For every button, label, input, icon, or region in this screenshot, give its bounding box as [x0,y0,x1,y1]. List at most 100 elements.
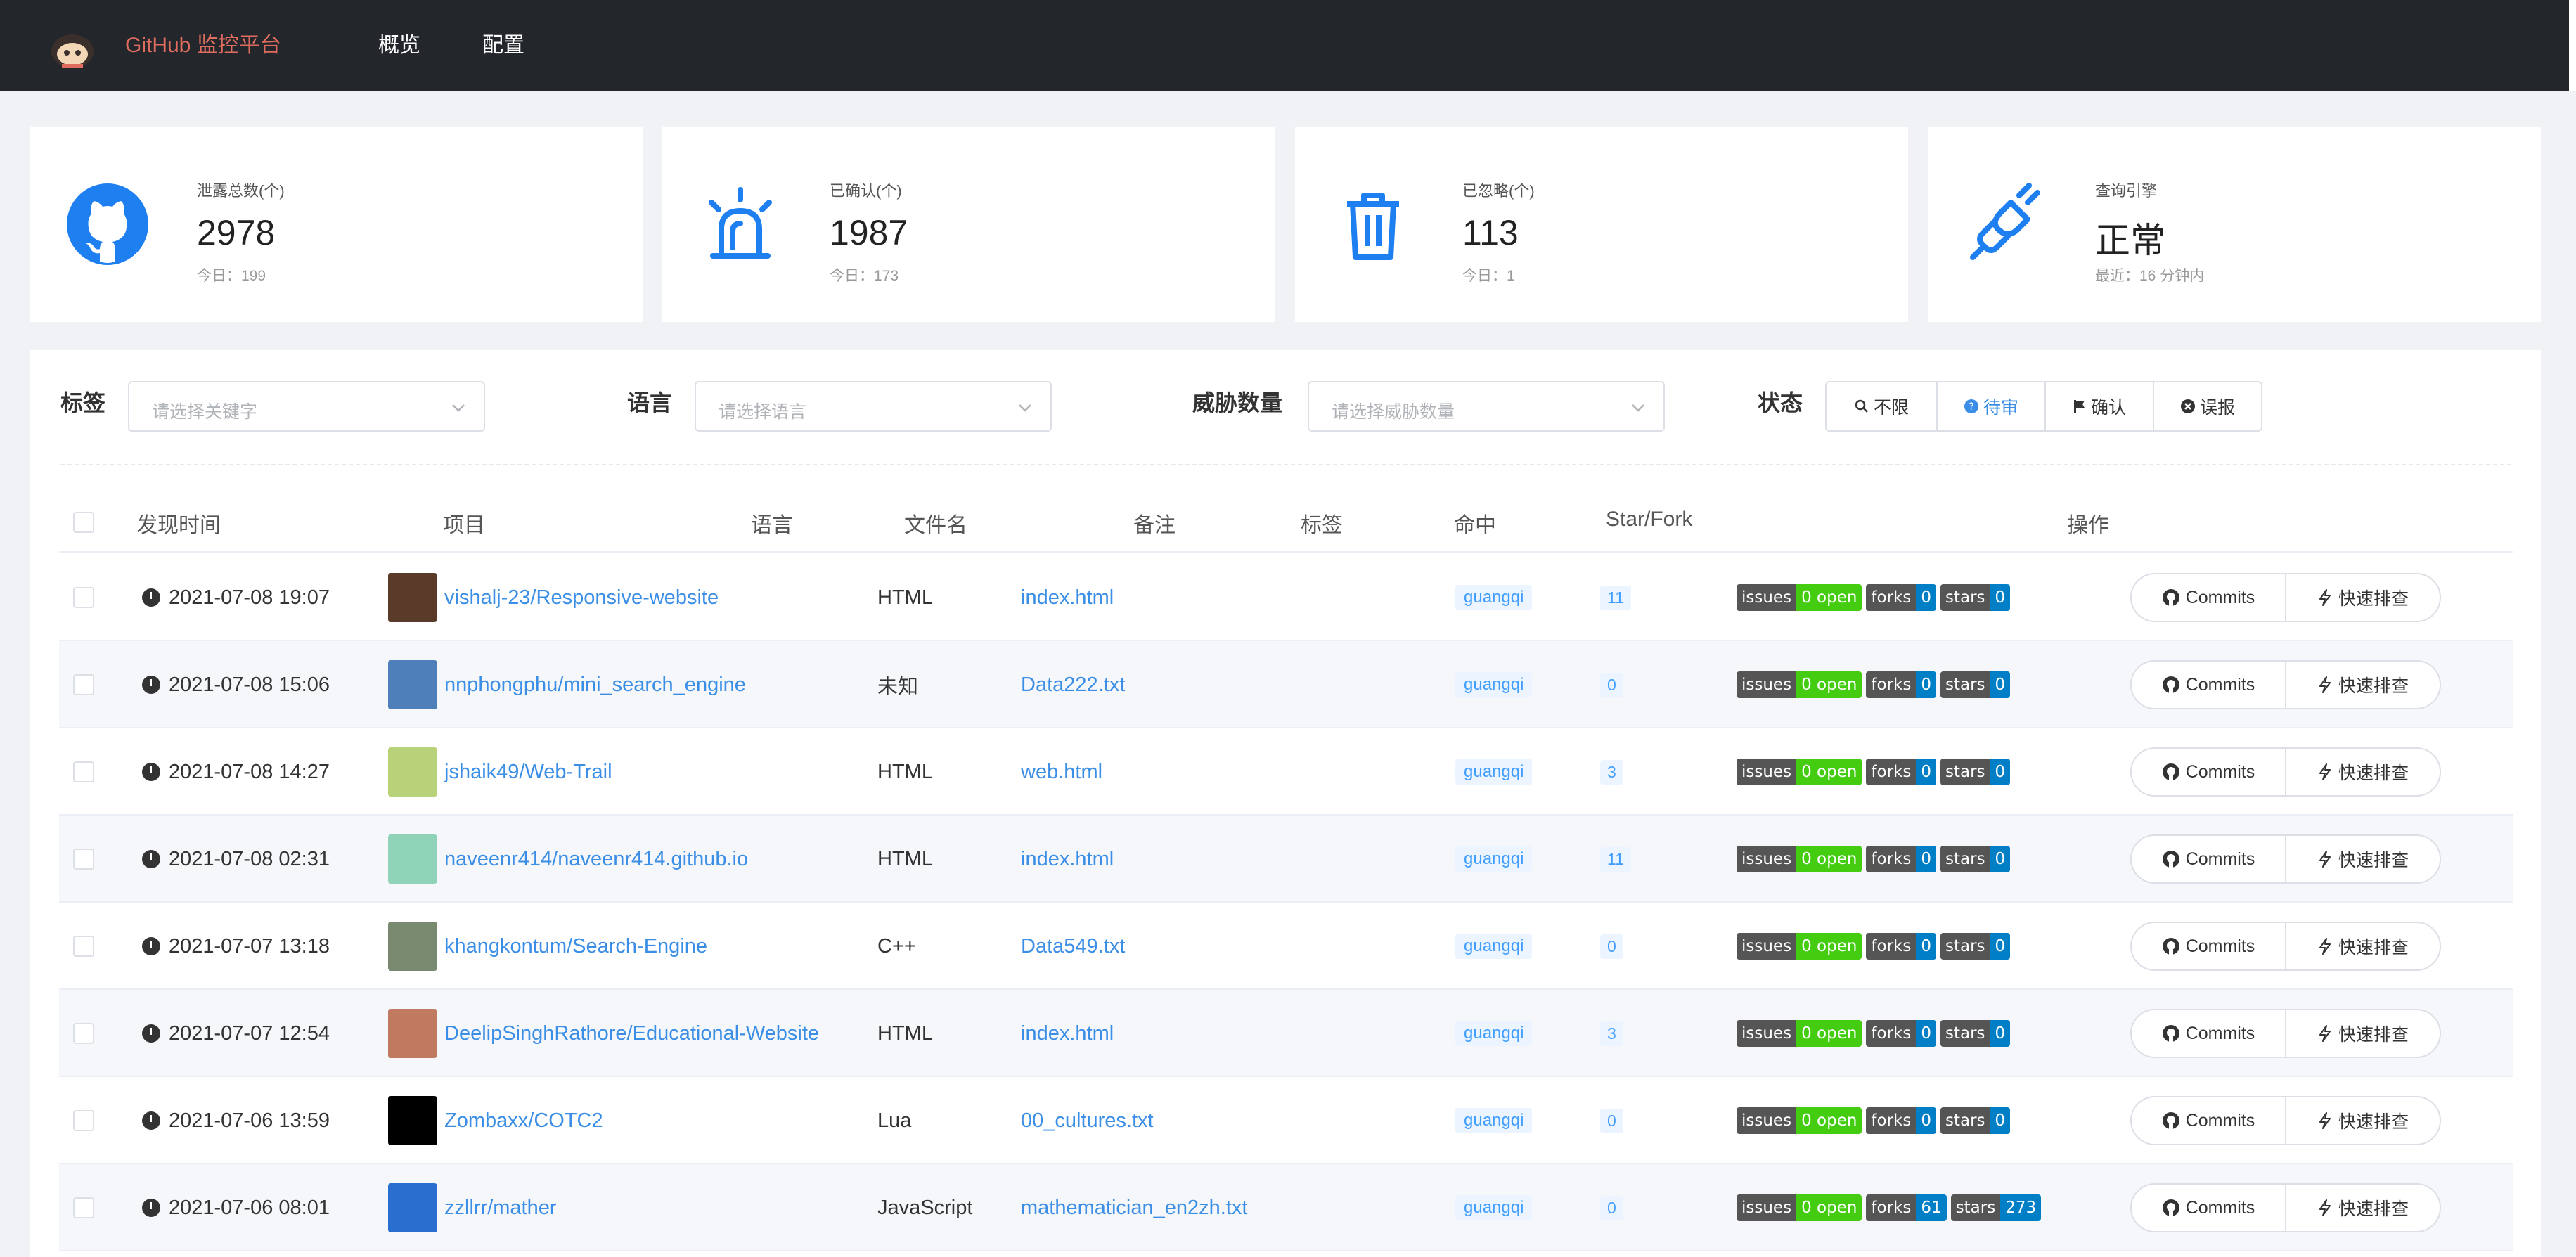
quick-check-button[interactable]: 快速排查 [2285,1009,2441,1058]
stars-badge[interactable]: stars 0 [1940,1107,2011,1134]
stars-badge[interactable]: stars 0 [1940,1020,2011,1047]
language: HTML [877,586,933,609]
logo-icon[interactable] [49,25,96,71]
found-time-cell: 2021-07-08 19:07 [142,554,330,641]
nav-item-overview[interactable]: 概览 [378,0,420,91]
filename-link[interactable]: index.html [1021,848,1114,871]
forks-badge[interactable]: forks 0 [1866,671,1936,698]
commits-button[interactable]: Commits [2130,573,2286,622]
github-icon [67,183,148,265]
stars-badge[interactable]: stars 0 [1940,933,2011,960]
action-group: Commits 快速排查 [2130,660,2441,709]
quick-check-button[interactable]: 快速排查 [2285,922,2441,971]
hit-tag[interactable]: guangqi [1455,1108,1533,1133]
forks-badge[interactable]: forks 0 [1866,1020,1936,1047]
stars-badge[interactable]: stars 0 [1940,759,2011,785]
quick-check-button[interactable]: 快速排查 [2285,1183,2441,1232]
stat-label: 查询引擎 [2095,182,2158,200]
row-checkbox[interactable] [73,761,94,782]
row-checkbox[interactable] [73,1023,94,1044]
quick-check-button[interactable]: 快速排查 [2285,573,2441,622]
forks-badge[interactable]: forks 0 [1866,933,1936,960]
project-link[interactable]: naveenr414/naveenr414.github.io [444,848,748,871]
forks-badge[interactable]: forks 61 [1866,1194,1947,1221]
quick-check-button[interactable]: 快速排查 [2285,834,2441,884]
clock-icon [142,850,160,868]
issues-badge[interactable]: issues 0 open [1737,671,1862,698]
issues-badge[interactable]: issues 0 open [1737,1020,1862,1047]
hit-cell: guangqi [1455,903,1533,990]
issues-badge[interactable]: issues 0 open [1737,846,1862,872]
issues-badge[interactable]: issues 0 open [1737,1194,1862,1221]
commits-button[interactable]: Commits [2130,747,2286,797]
brand-title[interactable]: GitHub 监控平台 [125,0,281,91]
quick-check-button[interactable]: 快速排查 [2285,1096,2441,1145]
project-link[interactable]: Zombaxx/COTC2 [444,1109,603,1133]
project-link[interactable]: zzllrr/mather [444,1197,557,1220]
project-link[interactable]: nnphongphu/mini_search_engine [444,673,746,697]
commits-button[interactable]: Commits [2130,922,2286,971]
status-option-pending[interactable]: ? 待审 [1936,381,2046,432]
commits-button[interactable]: Commits [2130,834,2286,884]
hit-tag[interactable]: guangqi [1455,934,1533,959]
hit-tag[interactable]: guangqi [1455,672,1533,697]
hit-tag[interactable]: guangqi [1455,846,1533,872]
project-link[interactable]: jshaik49/Web-Trail [444,761,612,784]
filter-threat-select[interactable]: 请选择威胁数量 [1308,381,1665,432]
stars-badge[interactable]: stars 0 [1940,671,2011,698]
filter-lang-select[interactable]: 请选择语言 [695,381,1052,432]
commits-label: Commits [2185,761,2255,782]
hit-tag[interactable]: guangqi [1455,759,1533,785]
forks-badge[interactable]: forks 0 [1866,584,1936,611]
filename-link[interactable]: mathematician_en2zh.txt [1021,1197,1247,1220]
commits-button[interactable]: Commits [2130,1096,2286,1145]
nav-item-config[interactable]: 配置 [482,0,524,91]
table-row: 2021-07-06 08:01 zzllrr/mather JavaScript m… [59,1164,2513,1251]
row-checkbox[interactable] [73,674,94,695]
project-link[interactable]: DeelipSinghRathore/Educational-Website [444,1022,819,1045]
project-link[interactable]: vishalj-23/Responsive-website [444,586,719,610]
issues-badge[interactable]: issues 0 open [1737,759,1862,785]
stars-badge[interactable]: stars 273 [1950,1194,2042,1221]
stars-badge[interactable]: stars 0 [1940,584,2011,611]
filename-link[interactable]: 00_cultures.txt [1021,1109,1154,1133]
row-checkbox[interactable] [73,936,94,957]
row-checkbox[interactable] [73,587,94,608]
forks-badge[interactable]: forks 0 [1866,759,1936,785]
quick-check-label: 快速排查 [2338,1199,2409,1219]
row-checkbox[interactable] [73,1110,94,1131]
filter-lang-placeholder: 请选择语言 [719,402,807,422]
filename-link[interactable]: web.html [1021,761,1102,784]
project-cell: zzllrr/mather [388,1164,557,1251]
project-link[interactable]: khangkontum/Search-Engine [444,935,707,958]
select-all-checkbox[interactable] [73,512,94,533]
forks-badge[interactable]: forks 0 [1866,846,1936,872]
forks-badge[interactable]: forks 0 [1866,1107,1936,1134]
issues-badge[interactable]: issues 0 open [1737,584,1862,611]
stars-badge[interactable]: stars 0 [1940,846,2011,872]
issues-badge[interactable]: issues 0 open [1737,1107,1862,1134]
status-option-confirm[interactable]: 确认 [2044,381,2154,432]
issues-badge-label: issues [1737,846,1797,872]
forks-badge-label: forks [1866,846,1917,872]
commits-button[interactable]: Commits [2130,1183,2286,1232]
stars-badge-value: 0 [1990,759,2011,785]
hit-tag[interactable]: guangqi [1455,1195,1533,1220]
quick-check-button[interactable]: 快速排查 [2285,747,2441,797]
filename-link[interactable]: index.html [1021,1022,1114,1045]
status-option-false-positive[interactable]: 误报 [2153,381,2262,432]
quick-check-button[interactable]: 快速排查 [2285,660,2441,709]
lightning-icon [2319,763,2331,780]
filter-tag-select[interactable]: 请选择关键字 [128,381,485,432]
row-checkbox[interactable] [73,1197,94,1218]
status-option-all[interactable]: 不限 [1825,381,1938,432]
hit-tag[interactable]: guangqi [1455,585,1533,610]
issues-badge[interactable]: issues 0 open [1737,933,1862,960]
commits-button[interactable]: Commits [2130,1009,2286,1058]
filename-link[interactable]: index.html [1021,586,1114,610]
hit-tag[interactable]: guangqi [1455,1021,1533,1046]
commits-button[interactable]: Commits [2130,660,2286,709]
filename-link[interactable]: Data222.txt [1021,673,1125,697]
row-checkbox[interactable] [73,849,94,870]
filename-link[interactable]: Data549.txt [1021,935,1125,958]
